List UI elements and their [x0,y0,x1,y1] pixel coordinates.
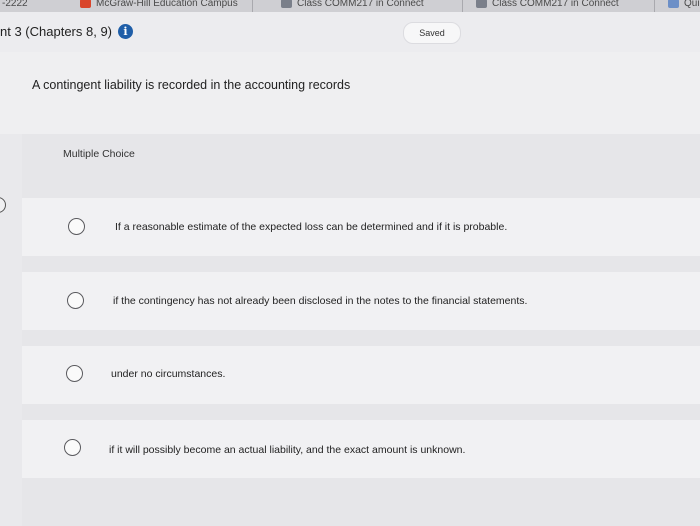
choice-option-2[interactable]: if the contingency has not already been … [22,272,700,330]
tab-label: -2222 [2,0,28,9]
tab-label: Class COMM217 in Connect [492,0,619,9]
radio-button[interactable] [66,365,83,382]
choice-option-3[interactable]: under no circumstances. [22,346,700,404]
saved-status-badge: Saved [403,22,461,44]
choice-text: if the contingency has not already been … [113,295,528,307]
browser-tab-connect-2[interactable]: Class COMM217 in Connect [476,0,619,10]
assignment-title: nt 3 (Chapters 8, 9) i [0,24,133,39]
tab-label: McGraw-Hill Education Campus [96,0,238,9]
info-icon[interactable]: i [118,24,133,39]
question-type-label: Multiple Choice [63,148,135,160]
browser-tab-quiz[interactable]: Qui [668,0,700,10]
question-card: A contingent liability is recorded in th… [0,52,700,134]
tab-label: Qui [684,0,700,9]
quiz-icon [668,0,679,8]
choice-option-1[interactable]: If a reasonable estimate of the expected… [22,198,700,256]
question-prompt: A contingent liability is recorded in th… [32,78,351,92]
mcgraw-hill-icon [80,0,91,8]
left-edge-circle-icon[interactable] [0,197,6,213]
choice-text: if it will possibly become an actual lia… [109,444,466,456]
browser-tab-connect-1[interactable]: Class COMM217 in Connect [281,0,424,10]
assignment-header: nt 3 (Chapters 8, 9) i Saved [0,12,700,52]
tab-divider [462,0,463,12]
tab-divider [252,0,253,12]
choice-text: If a reasonable estimate of the expected… [115,221,508,233]
browser-tab-1[interactable]: -2222 [2,0,28,10]
connect-icon [281,0,292,8]
browser-tab-mcgraw-hill[interactable]: McGraw-Hill Education Campus [80,0,238,10]
radio-button[interactable] [64,439,81,456]
tab-label: Class COMM217 in Connect [297,0,424,9]
radio-button[interactable] [68,218,85,235]
browser-tab-bar: -2222 McGraw-Hill Education Campus Class… [0,0,700,12]
assignment-title-text: nt 3 (Chapters 8, 9) [0,24,112,39]
choice-option-4[interactable]: if it will possibly become an actual lia… [22,420,700,478]
tab-divider [654,0,655,12]
choice-text: under no circumstances. [111,368,226,380]
radio-button[interactable] [67,292,84,309]
connect-icon [476,0,487,8]
